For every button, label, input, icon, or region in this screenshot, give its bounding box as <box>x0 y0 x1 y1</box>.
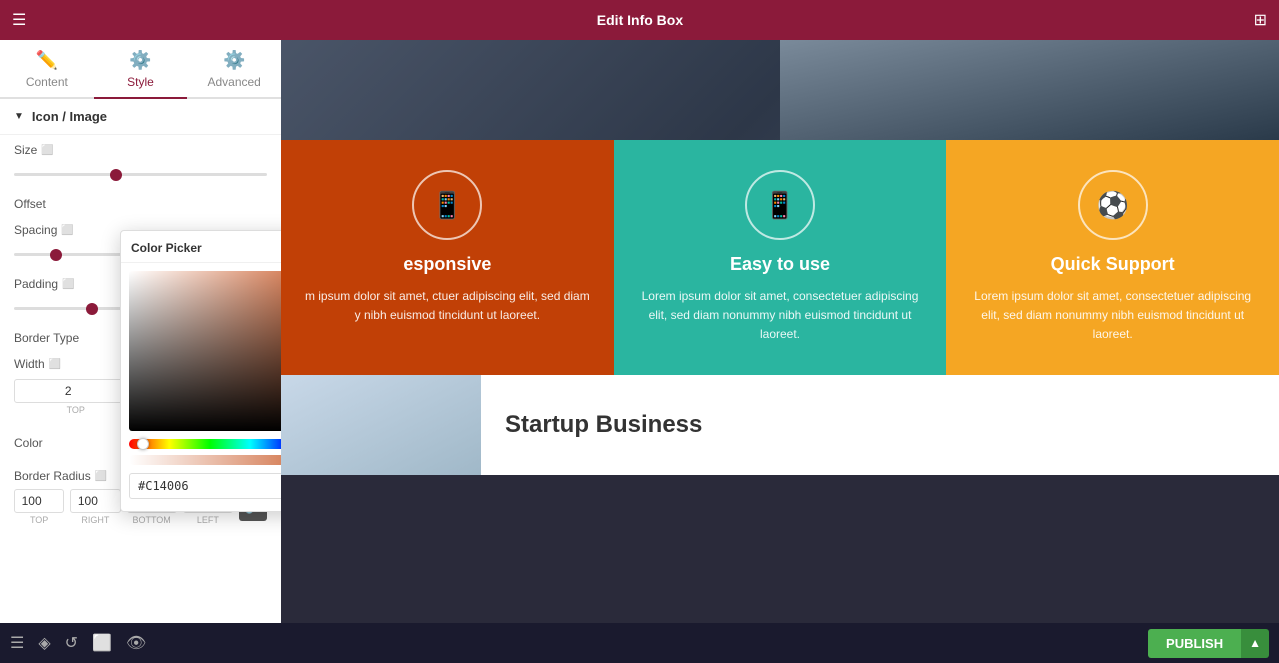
color-picker-popup: Color Picker ↺ + ≡ ✏ <box>120 230 281 512</box>
card-easy-title: Easy to use <box>730 254 830 275</box>
color-picker-hue-thumb[interactable] <box>137 438 149 450</box>
width-label: Width ⬜ <box>14 357 61 371</box>
tab-style[interactable]: ⚙️ Style <box>94 40 188 99</box>
card-support-icon: ⚽ <box>1096 190 1128 221</box>
color-picker-alpha-slider[interactable] <box>129 455 281 465</box>
offset-control-row: Offset <box>0 189 281 215</box>
bottom-bar: ☰ ◈ ↺ ⬜ 👁 PUBLISH ▲ <box>0 623 1279 663</box>
tab-style-label: Style <box>127 75 154 89</box>
size-responsive-icon: ⬜ <box>41 145 53 156</box>
size-control-row: Size ⬜ <box>0 135 281 161</box>
size-slider[interactable] <box>14 173 267 176</box>
card-responsive-text: m ipsum dolor sit amet, ctuer adipiscing… <box>301 287 594 325</box>
section-arrow-icon: ▼ <box>14 111 24 122</box>
padding-responsive-icon: ⬜ <box>62 279 74 290</box>
sidebar: ✏️ Content ⚙️ Style ⚙️ Advanced ▼ Icon /… <box>0 40 281 623</box>
br-top-label: TOP <box>30 515 48 525</box>
card-responsive-icon: 📱 <box>431 190 463 221</box>
tab-content[interactable]: ✏️ Content <box>0 40 94 99</box>
tab-advanced-label: Advanced <box>207 75 260 89</box>
card-responsive: 📱 esponsive m ipsum dolor sit amet, ctue… <box>281 140 614 375</box>
border-type-label: Border Type <box>14 331 79 345</box>
card-easy-to-use: 📱 Easy to use Lorem ipsum dolor sit amet… <box>614 140 947 375</box>
content-tab-icon: ✏️ <box>36 50 58 71</box>
tab-bar: ✏️ Content ⚙️ Style ⚙️ Advanced <box>0 40 281 99</box>
page-title: Edit Info Box <box>597 12 683 28</box>
card-easy-icon-circle: 📱 <box>745 170 815 240</box>
content-area: 📱 esponsive m ipsum dolor sit amet, ctue… <box>281 40 1279 623</box>
tab-content-label: Content <box>26 75 68 89</box>
spacing-responsive-icon: ⬜ <box>61 225 73 236</box>
cards-section: 📱 esponsive m ipsum dolor sit amet, ctue… <box>281 140 1279 375</box>
border-radius-responsive-icon: ⬜ <box>95 471 107 482</box>
size-label: Size ⬜ <box>14 143 54 157</box>
br-right-label: RIGHT <box>81 515 109 525</box>
main-layout: ✏️ Content ⚙️ Style ⚙️ Advanced ▼ Icon /… <box>0 40 1279 623</box>
color-picker-title: Color Picker <box>131 241 202 255</box>
card-support-title: Quick Support <box>1051 254 1175 275</box>
icon-image-section-label: Icon / Image <box>32 109 107 124</box>
color-picker-hex-input[interactable] <box>129 473 281 499</box>
br-right-box: RIGHT <box>70 489 120 525</box>
style-tab-icon: ⚙️ <box>129 50 151 71</box>
padding-label: Padding ⬜ <box>14 277 75 291</box>
width-top-box: TOP <box>14 379 138 415</box>
startup-image <box>281 375 481 475</box>
content-background: 📱 esponsive m ipsum dolor sit amet, ctue… <box>281 40 1279 623</box>
width-top-label: TOP <box>67 405 85 415</box>
grid-icon[interactable]: ⊞ <box>1254 10 1267 30</box>
card-quick-support: ⚽ Quick Support Lorem ipsum dolor sit am… <box>946 140 1279 375</box>
card-responsive-icon-circle: 📱 <box>412 170 482 240</box>
card-support-text: Lorem ipsum dolor sit amet, consectetuer… <box>966 287 1259 345</box>
publish-arrow-button[interactable]: ▲ <box>1241 629 1269 658</box>
card-easy-icon: 📱 <box>764 190 796 221</box>
card-easy-text: Lorem ipsum dolor sit amet, consectetuer… <box>634 287 927 345</box>
br-left-label: LEFT <box>197 515 219 525</box>
br-right-input[interactable] <box>70 489 120 513</box>
color-picker-alpha-row <box>121 451 281 471</box>
br-top-box: TOP <box>14 489 64 525</box>
border-radius-label: Border Radius ⬜ <box>14 469 107 483</box>
color-picker-header: Color Picker ↺ + ≡ ✏ <box>121 231 281 263</box>
color-picker-gradient[interactable] <box>129 271 281 431</box>
br-bottom-label: BOTTOM <box>132 515 170 525</box>
color-picker-hue-row <box>121 435 281 451</box>
bottom-menu-icon[interactable]: ☰ <box>10 633 24 653</box>
size-slider-row <box>0 161 281 189</box>
width-responsive-icon: ⬜ <box>49 359 61 370</box>
icon-image-section-header[interactable]: ▼ Icon / Image <box>0 99 281 135</box>
br-top-input[interactable] <box>14 489 64 513</box>
spacing-label: Spacing ⬜ <box>14 223 74 237</box>
publish-button[interactable]: PUBLISH <box>1148 629 1241 658</box>
tab-advanced[interactable]: ⚙️ Advanced <box>187 40 281 99</box>
top-bar: ☰ Edit Info Box ⊞ <box>0 0 1279 40</box>
bottom-icons: ☰ ◈ ↺ ⬜ 👁 <box>10 633 146 653</box>
color-picker-hex-row <box>121 471 281 499</box>
width-top-input[interactable] <box>14 379 138 403</box>
color-picker-hue-slider[interactable] <box>129 439 281 449</box>
card-support-icon-circle: ⚽ <box>1078 170 1148 240</box>
offset-label: Offset <box>14 197 46 211</box>
startup-title: Startup Business <box>505 411 702 439</box>
bottom-responsive-icon[interactable]: ⬜ <box>92 633 112 653</box>
publish-btn-group: PUBLISH ▲ <box>1148 629 1269 658</box>
card-responsive-title: esponsive <box>403 254 491 275</box>
bottom-history-icon[interactable]: ↺ <box>65 633 78 653</box>
advanced-tab-icon: ⚙️ <box>223 50 245 71</box>
color-label: Color <box>14 436 43 450</box>
hero-area <box>281 40 1279 140</box>
bottom-layers-icon[interactable]: ◈ <box>38 633 50 653</box>
menu-icon[interactable]: ☰ <box>12 10 26 30</box>
startup-content: Startup Business <box>481 375 726 475</box>
startup-section: Startup Business <box>281 375 1279 475</box>
bottom-preview-icon[interactable]: 👁 <box>126 633 146 653</box>
